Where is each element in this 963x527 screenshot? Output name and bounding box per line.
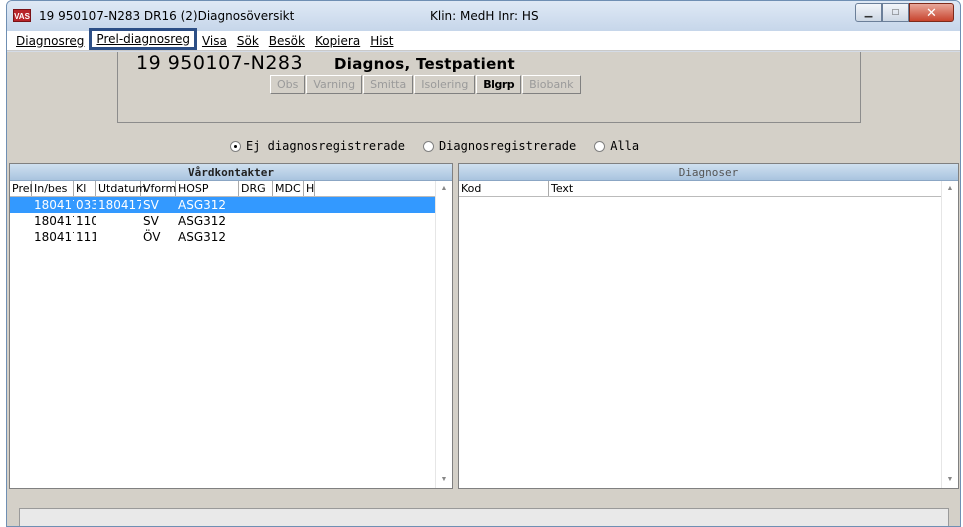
scroll-up-icon[interactable]: ▲ bbox=[436, 181, 452, 197]
vardkontakter-pane: Vårdkontakter Prel In/bes Kl Utdatum Vfo… bbox=[9, 163, 453, 489]
blgrp-button[interactable]: Blgrp bbox=[476, 75, 522, 94]
col-mdc[interactable]: MDC bbox=[273, 181, 304, 196]
radio-icon bbox=[422, 140, 434, 152]
biobank-button[interactable]: Biobank bbox=[522, 75, 581, 94]
maximize-icon: □ bbox=[892, 7, 899, 18]
menu-diagnosreg[interactable]: Diagnosreg bbox=[11, 31, 89, 51]
patient-name: Diagnos, Testpatient bbox=[334, 55, 515, 73]
col-kod[interactable]: Kod bbox=[459, 181, 549, 196]
vardkontakter-header: Vårdkontakter bbox=[10, 164, 452, 181]
scroll-down-icon[interactable]: ▼ bbox=[436, 472, 452, 488]
patient-flags: Obs Varning Smitta Isolering Blgrp Bioba… bbox=[270, 75, 582, 94]
col-in-bes[interactable]: In/bes bbox=[32, 181, 74, 196]
col-text[interactable]: Text bbox=[549, 181, 943, 196]
radio-alla[interactable]: Alla bbox=[594, 139, 639, 153]
radio-selected-icon bbox=[230, 140, 241, 152]
col-kl[interactable]: Kl bbox=[74, 181, 96, 196]
diagnoser-columns: Kod Text bbox=[459, 181, 958, 197]
scroll-down-icon[interactable]: ▼ bbox=[942, 472, 958, 488]
close-button[interactable]: ✕ bbox=[909, 3, 954, 22]
diagnoser-header: Diagnoser bbox=[459, 164, 958, 181]
table-row[interactable]: 180417 0330 180417 SV ASG312 bbox=[10, 197, 452, 213]
close-icon: ✕ bbox=[926, 4, 937, 20]
window-title: 19 950107-N283 DR16 (2)Diagnosöversikt bbox=[39, 9, 295, 23]
filter-radio-group: Ej diagnosregistrerade Diagnosregistrera… bbox=[230, 139, 657, 153]
title-bar[interactable]: VAS 19 950107-N283 DR16 (2)Diagnosöversi… bbox=[7, 1, 960, 31]
vardkontakter-columns: Prel In/bes Kl Utdatum Vform HOSP DRG MD… bbox=[10, 181, 452, 197]
status-bar bbox=[19, 508, 949, 526]
obs-button[interactable]: Obs bbox=[270, 75, 306, 94]
menu-visa[interactable]: Visa bbox=[197, 31, 232, 51]
maximize-button[interactable]: □ bbox=[882, 3, 909, 22]
main-content: 19 950107-N283 Diagnos, Testpatient Obs … bbox=[7, 52, 960, 526]
minimize-icon: ▁ bbox=[864, 7, 873, 18]
menu-bar: Diagnosreg Prel-diagnosreg Visa Sök Besö… bbox=[7, 27, 960, 51]
radio-icon bbox=[594, 140, 606, 152]
menu-hist[interactable]: Hist bbox=[365, 31, 398, 51]
diagnoser-pane: Diagnoser Kod Text ▲ ▼ bbox=[458, 163, 959, 489]
smitta-button[interactable]: Smitta bbox=[363, 75, 414, 94]
patient-id: 19 950107-N283 bbox=[136, 52, 304, 74]
table-row[interactable]: 180417 1100 SV ASG312 bbox=[10, 213, 452, 229]
col-hosp[interactable]: HOSP bbox=[176, 181, 239, 196]
vardkontakter-scrollbar[interactable]: ▲ ▼ bbox=[435, 181, 452, 488]
diagnoser-scrollbar[interactable]: ▲ ▼ bbox=[941, 181, 958, 488]
col-prel[interactable]: Prel bbox=[10, 181, 33, 196]
isolering-button[interactable]: Isolering bbox=[414, 75, 476, 94]
scroll-up-icon[interactable]: ▲ bbox=[942, 181, 958, 197]
application-window: VAS 19 950107-N283 DR16 (2)Diagnosöversi… bbox=[6, 0, 961, 527]
radio-ej-diagnosregistrerade[interactable]: Ej diagnosregistrerade bbox=[230, 139, 405, 153]
col-drg[interactable]: DRG bbox=[239, 181, 273, 196]
col-utdatum[interactable]: Utdatum bbox=[96, 181, 146, 196]
app-icon: VAS bbox=[13, 9, 31, 22]
menu-prel-diagnosreg[interactable]: Prel-diagnosreg bbox=[89, 27, 197, 50]
menu-kopiera[interactable]: Kopiera bbox=[310, 31, 365, 51]
col-h[interactable]: H bbox=[304, 181, 315, 196]
radio-diagnosregistrerade[interactable]: Diagnosregistrerade bbox=[422, 139, 576, 153]
varning-button[interactable]: Varning bbox=[306, 75, 363, 94]
patient-header: 19 950107-N283 Diagnos, Testpatient Obs … bbox=[117, 52, 861, 123]
col-vform[interactable]: Vform bbox=[141, 181, 176, 196]
menu-sok[interactable]: Sök bbox=[232, 31, 264, 51]
klinik-info: Klin: MedH Inr: HS bbox=[430, 9, 539, 23]
menu-besok[interactable]: Besök bbox=[264, 31, 310, 51]
minimize-button[interactable]: ▁ bbox=[855, 3, 882, 22]
table-row[interactable]: 180417 1115 ÖV ASG312 bbox=[10, 229, 452, 245]
window-controls: ▁ □ ✕ bbox=[855, 3, 954, 23]
